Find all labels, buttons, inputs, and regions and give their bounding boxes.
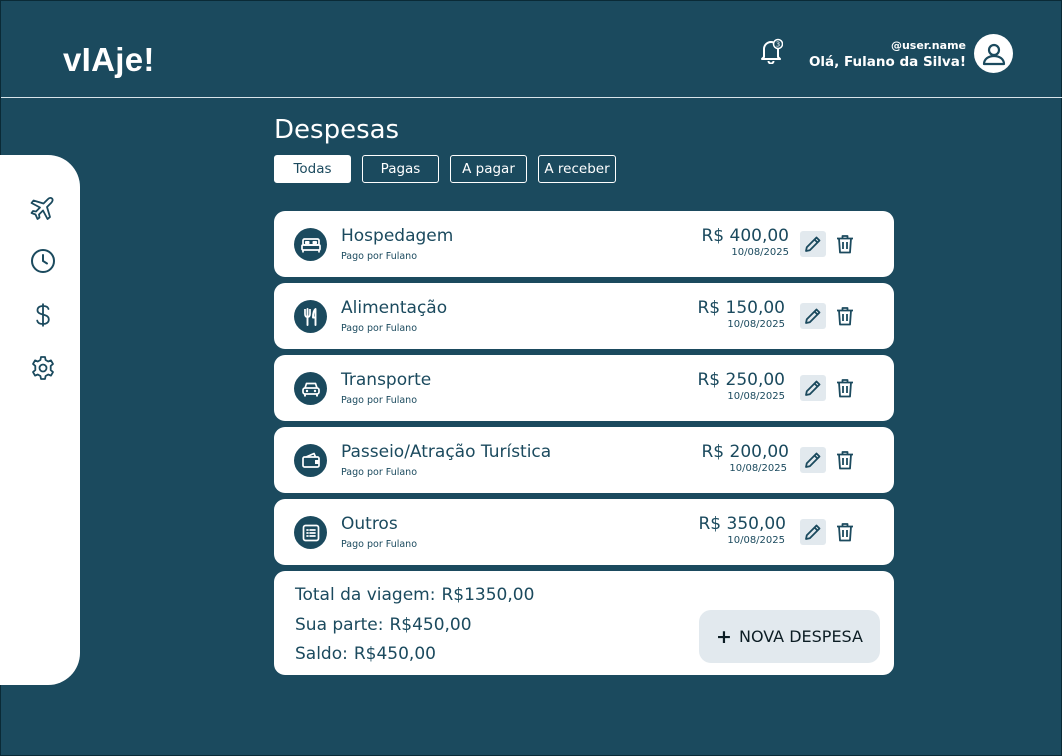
expense-date: 10/08/2025 xyxy=(729,463,787,474)
balance-label: Saldo: xyxy=(295,644,348,664)
total-line: Total da viagem: R$1350,00 xyxy=(295,585,534,605)
filter-all[interactable]: Todas xyxy=(274,155,351,183)
expense-amount: R$ 200,00 xyxy=(701,442,789,462)
new-expense-label: NOVA DESPESA xyxy=(738,627,863,646)
expense-card[interactable]: Hospedagem Pago por Fulano R$ 400,00 10/… xyxy=(274,211,894,277)
expense-card[interactable]: Transporte Pago por Fulano R$ 250,00 10/… xyxy=(274,355,894,421)
trash-icon xyxy=(837,307,853,326)
trash-icon xyxy=(837,523,853,542)
trash-icon xyxy=(837,235,853,254)
dollar-icon xyxy=(36,303,50,327)
pencil-icon xyxy=(805,308,821,324)
delete-button[interactable] xyxy=(832,375,858,401)
new-expense-button[interactable]: + NOVA DESPESA xyxy=(699,610,880,663)
pencil-icon xyxy=(805,236,821,252)
expense-payer: Pago por Fulano xyxy=(341,539,418,550)
expense-payer: Pago por Fulano xyxy=(341,467,418,478)
expense-card[interactable]: Outros Pago por Fulano R$ 350,00 10/08/2… xyxy=(274,499,894,565)
pencil-icon xyxy=(805,452,821,468)
sidebar-item-trips[interactable] xyxy=(30,195,56,221)
edit-button[interactable] xyxy=(800,375,826,401)
pencil-icon xyxy=(805,380,821,396)
balance-value: R$450,00 xyxy=(353,644,436,664)
expense-card[interactable]: Passeio/Atração Turística Pago por Fulan… xyxy=(274,427,894,493)
expense-category: Outros xyxy=(341,514,398,534)
plus-icon: + xyxy=(716,625,732,648)
notification-bell[interactable]: 3 xyxy=(759,38,784,65)
user-info[interactable]: @user.name Olá, Fulano da Silva! xyxy=(809,39,966,71)
edit-button[interactable] xyxy=(800,519,826,545)
user-handle: @user.name xyxy=(890,39,966,52)
expense-category: Alimentação xyxy=(341,298,448,318)
expense-payer: Pago por Fulano xyxy=(341,251,418,262)
expense-date: 10/08/2025 xyxy=(731,247,789,258)
expense-date: 10/08/2025 xyxy=(727,391,785,402)
filter-to-pay[interactable]: A pagar xyxy=(450,155,527,183)
total-label: Total da viagem: xyxy=(295,585,436,605)
car-icon xyxy=(294,372,327,405)
app-logo[interactable]: vIAje! xyxy=(63,41,155,79)
user-icon xyxy=(982,43,1005,65)
trash-icon xyxy=(837,379,853,398)
expense-amount: R$ 250,00 xyxy=(697,370,785,390)
expense-date: 10/08/2025 xyxy=(727,535,785,546)
ticket-icon xyxy=(294,444,327,477)
expense-category: Hospedagem xyxy=(341,226,454,246)
fork-knife-icon xyxy=(294,300,327,333)
expense-amount: R$ 150,00 xyxy=(697,298,785,318)
delete-button[interactable] xyxy=(832,519,858,545)
expense-card[interactable]: Alimentação Pago por Fulano R$ 150,00 10… xyxy=(274,283,894,349)
airplane-icon xyxy=(30,196,54,220)
expense-amount: R$ 350,00 xyxy=(698,514,786,534)
edit-button[interactable] xyxy=(800,447,826,473)
list-icon xyxy=(294,516,327,549)
sidebar xyxy=(0,155,80,685)
sidebar-item-settings[interactable] xyxy=(30,355,56,381)
filter-tabs: Todas Pagas A pagar A receber xyxy=(274,155,616,183)
bed-icon xyxy=(294,228,327,261)
clock-icon xyxy=(31,249,55,273)
balance-line: Saldo: R$450,00 xyxy=(295,644,436,664)
expense-date: 10/08/2025 xyxy=(727,319,785,330)
sidebar-item-expenses[interactable] xyxy=(30,302,56,328)
expense-category: Passeio/Atração Turística xyxy=(341,442,552,462)
page-title: Despesas xyxy=(274,115,400,145)
edit-button[interactable] xyxy=(800,303,826,329)
share-line: Sua parte: R$450,00 xyxy=(295,615,472,635)
delete-button[interactable] xyxy=(832,231,858,257)
expense-payer: Pago por Fulano xyxy=(341,323,418,334)
delete-button[interactable] xyxy=(832,447,858,473)
expense-category: Transporte xyxy=(341,370,432,390)
pencil-icon xyxy=(805,524,821,540)
filter-paid[interactable]: Pagas xyxy=(362,155,439,183)
share-value: R$450,00 xyxy=(389,615,472,635)
edit-button[interactable] xyxy=(800,231,826,257)
top-header: vIAje! 3 @user.name Olá, Fulano da Silva… xyxy=(1,1,1062,98)
bell-icon: 3 xyxy=(761,38,784,65)
filter-to-receive[interactable]: A receber xyxy=(538,155,616,183)
total-value: R$1350,00 xyxy=(441,585,535,605)
delete-button[interactable] xyxy=(832,303,858,329)
expense-payer: Pago por Fulano xyxy=(341,395,418,406)
notification-badge: 3 xyxy=(776,41,780,49)
trip-summary: Total da viagem: R$1350,00 Sua parte: R$45… xyxy=(274,571,894,675)
sidebar-item-history[interactable] xyxy=(30,248,56,274)
gear-icon xyxy=(32,356,54,380)
trash-icon xyxy=(837,451,853,470)
expense-amount: R$ 400,00 xyxy=(701,226,789,246)
avatar[interactable] xyxy=(974,34,1013,73)
user-greeting: Olá, Fulano da Silva! xyxy=(808,54,966,70)
share-label: Sua parte: xyxy=(295,615,384,635)
